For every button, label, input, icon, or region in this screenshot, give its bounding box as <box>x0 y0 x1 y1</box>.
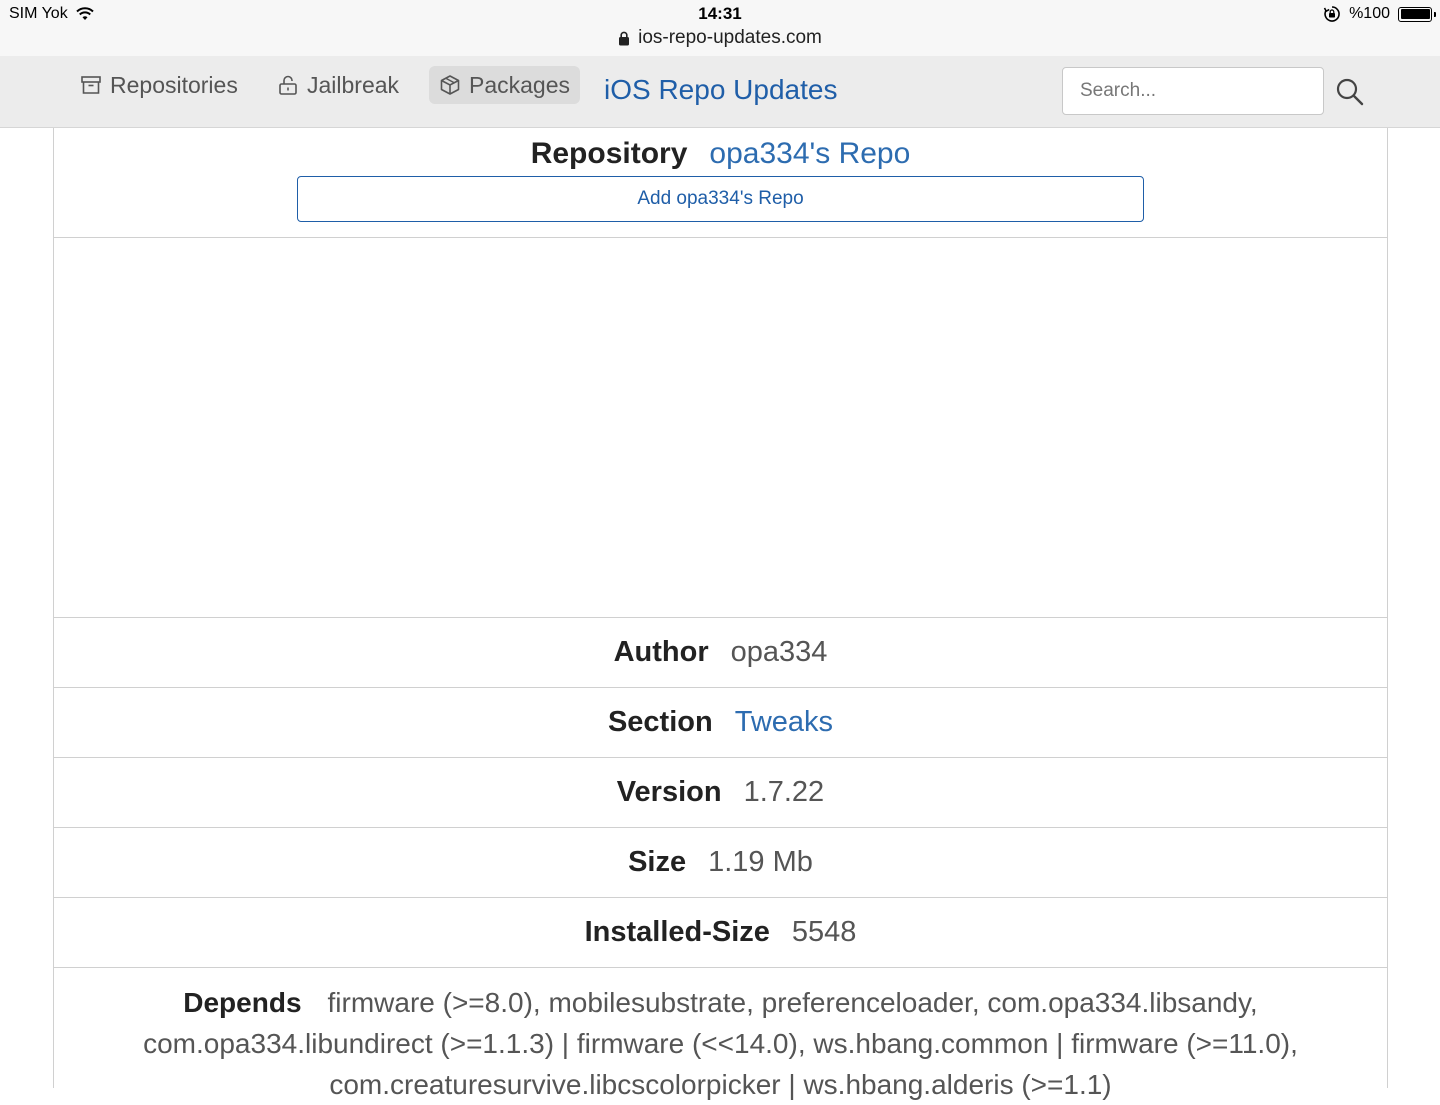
battery-percent: %100 <box>1349 5 1390 22</box>
address-bar[interactable]: ios-repo-updates.com <box>0 27 1440 49</box>
package-icon <box>440 75 460 95</box>
unlock-icon <box>279 75 297 95</box>
detail-row-author: Author opa334 <box>54 618 1387 688</box>
nav-item-jailbreak[interactable]: Jailbreak <box>267 66 409 104</box>
size-value: 1.19 Mb <box>708 846 813 878</box>
detail-row-size: Size 1.19 Mb <box>54 828 1387 898</box>
orientation-lock-icon <box>1323 6 1340 22</box>
repository-label: Repository <box>530 137 688 170</box>
repository-link[interactable]: opa334's Repo <box>709 137 910 170</box>
installed-size-label: Installed-Size <box>584 916 770 948</box>
lock-icon <box>619 31 630 45</box>
depends-value: firmware (>=8.0), mobilesubstrate, prefe… <box>143 987 1298 1100</box>
search-input[interactable] <box>1062 67 1324 115</box>
status-right: %100 <box>1323 5 1436 23</box>
package-details-card: Repository opa334's Repo Add opa334's Rep… <box>53 128 1388 1100</box>
clock: 14:31 <box>698 4 742 23</box>
author-value: opa334 <box>730 636 828 668</box>
nav-label-packages: Packages <box>469 71 571 98</box>
version-value: 1.7.22 <box>743 776 825 808</box>
archive-icon <box>81 76 101 94</box>
nav-item-packages[interactable]: Packages <box>429 66 581 104</box>
detail-row-section: Section Tweaks <box>54 688 1387 758</box>
battery-icon <box>1398 6 1436 22</box>
detail-row-version: Version 1.7.22 <box>54 758 1387 828</box>
add-repo-button[interactable]: Add opa334's Repo <box>297 176 1144 222</box>
detail-row-installed-size: Installed-Size 5548 <box>54 898 1387 968</box>
repository-block: Repository opa334's Repo Add opa334's Rep… <box>54 128 1387 238</box>
depends-label: Depends <box>183 987 302 1018</box>
site-brand[interactable]: iOS Repo Updates <box>604 74 837 106</box>
section-link[interactable]: Tweaks <box>735 706 833 739</box>
status-bar: SIM Yok 14:31 ios-repo-updates.com %100 <box>0 0 1440 56</box>
nav-item-repositories[interactable]: Repositories <box>70 66 248 104</box>
version-label: Version <box>616 776 722 808</box>
detail-row-depends: Depends firmware (>=8.0), mobilesubstrate… <box>74 982 1367 1105</box>
url-text: ios-repo-updates.com <box>638 27 822 48</box>
installed-size-value: 5548 <box>791 916 857 948</box>
nav-label-jailbreak: Jailbreak <box>307 71 400 98</box>
search-icon <box>1336 78 1364 106</box>
section-label: Section <box>607 706 713 738</box>
author-label: Author <box>613 636 709 668</box>
repository-row: Repository opa334's Repo <box>54 137 1387 171</box>
size-label: Size <box>628 846 687 878</box>
search-button[interactable] <box>1334 76 1366 108</box>
site-navbar: Repositories Jailbreak Packages iOS Repo… <box>0 56 1440 128</box>
nav-label-repositories: Repositories <box>110 71 238 98</box>
ad-placeholder <box>54 238 1387 618</box>
